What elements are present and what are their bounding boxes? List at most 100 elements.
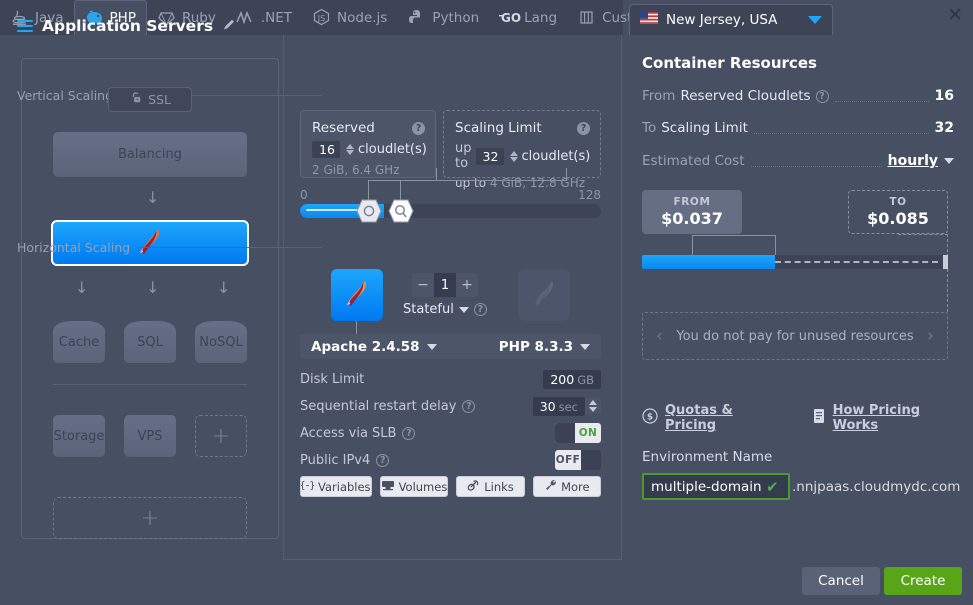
access-via-slb-toggle[interactable]: ON [555, 423, 601, 443]
reserved-detail: 2 GiB, 6.4 GHz [312, 163, 400, 177]
help-icon[interactable]: ? [815, 89, 829, 103]
scaling-limit-slider-handle[interactable] [388, 199, 414, 223]
note-text: You do not pay for unused resources [676, 328, 914, 344]
node-storage[interactable]: Storage [53, 415, 105, 457]
node-label: NoSQL [199, 334, 243, 350]
prev-arrow-icon[interactable]: ‹ [656, 326, 663, 346]
region-selector[interactable]: New Jersey, USA [629, 4, 833, 35]
tab-label: .NET [260, 9, 293, 26]
environment-name-label: Environment Name [642, 449, 773, 465]
edit-pencil-icon[interactable] [222, 18, 236, 35]
toggle-knob [581, 450, 601, 470]
slider-track[interactable] [300, 204, 601, 218]
unused-resources-note: ‹ You do not pay for unused resources › [642, 312, 948, 360]
tab-dotnet[interactable]: .NET [226, 0, 302, 35]
stack-version-bar[interactable]: Apache 2.4.58 PHP 8.3.3 [300, 334, 601, 359]
reserved-cloudlets-box[interactable]: Reserved ? 16 cloudlet(s) 2 GiB, 6.4 GHz [300, 110, 436, 178]
connector-line [368, 180, 369, 200]
help-icon[interactable]: ? [376, 453, 390, 467]
add-node-button[interactable]: + [195, 415, 247, 457]
node-nosql[interactable]: NoSQL [195, 321, 247, 363]
engine-selector[interactable]: Apache 2.4.58 [311, 339, 437, 355]
tab-python[interactable]: Python [397, 0, 489, 35]
scaling-limit-box[interactable]: Scaling Limit ? up to 32 cloudlet(s) up … [443, 110, 601, 190]
limit-spinner[interactable] [509, 150, 518, 162]
tab-nodejs[interactable]: JS Node.js [302, 0, 397, 35]
python-icon [407, 8, 426, 27]
topology-divider [53, 384, 247, 385]
from-price: $0.037 [661, 209, 723, 228]
node-balancing[interactable]: Balancing [53, 132, 247, 177]
from-caption: FROM [673, 196, 711, 208]
help-icon[interactable]: ? [462, 399, 476, 413]
create-button[interactable]: Create [884, 567, 962, 595]
toggle-label: OFF [555, 450, 581, 470]
increment-button[interactable]: + [456, 273, 478, 297]
restart-delay-value[interactable]: 30 sec [532, 396, 585, 416]
row-label: Estimated Cost [642, 153, 745, 169]
node-cache[interactable]: Cache [53, 321, 105, 363]
menu-icon[interactable] [17, 20, 33, 32]
horizontal-node-placeholder[interactable] [518, 269, 570, 321]
reserved-value[interactable]: 16 [312, 141, 340, 158]
toggle-label: ON [578, 427, 598, 439]
node-vps[interactable]: VPS [124, 415, 176, 457]
volumes-button[interactable]: Volumes [379, 476, 449, 497]
nodejs-icon: JS [312, 8, 331, 27]
help-icon[interactable]: ? [412, 121, 425, 135]
topology-container [21, 58, 279, 539]
link-label: How Pricing Works [832, 403, 921, 433]
how-pricing-works-link[interactable]: How Pricing Works [812, 403, 954, 433]
panel-header: Application Servers [17, 17, 236, 35]
dotnet-icon [236, 8, 255, 27]
node-sql[interactable]: SQL [124, 321, 176, 363]
help-icon[interactable]: ? [402, 426, 416, 440]
row-value: 32 [934, 120, 954, 136]
reserved-slider-handle[interactable] [356, 199, 382, 223]
more-button[interactable]: More [532, 476, 602, 497]
row-label: To Scaling Limit [642, 120, 748, 136]
decrement-button[interactable]: − [412, 273, 434, 297]
disk-limit-row: Disk Limit 200 GB [300, 368, 601, 390]
region-label: New Jersey, USA [666, 12, 778, 28]
arrow-down-icon: ↓ [75, 278, 89, 297]
connector-line-dashed [898, 234, 948, 235]
horizontal-node-active[interactable] [331, 269, 383, 321]
limit-unit: cloudlet(s) [521, 148, 591, 164]
restart-delay-spinner[interactable] [585, 398, 601, 414]
node-action-buttons: {-} Variables Volumes Links More [299, 476, 602, 497]
billing-period-dropdown[interactable]: hourly [888, 153, 954, 169]
create-environment-dialog: Java PHP Ruby .NET JS Node.js Python GO … [0, 0, 973, 605]
leader-dots [753, 123, 929, 134]
dollar-circle-icon: $ [642, 408, 658, 428]
next-arrow-icon[interactable]: › [927, 326, 934, 346]
slider-end-handle[interactable] [943, 255, 948, 269]
cancel-button[interactable]: Cancel [802, 567, 880, 595]
links-button[interactable]: Links [456, 476, 525, 497]
tab-go-lang[interactable]: GO Lang [489, 0, 567, 35]
node-label: Cache [58, 334, 100, 350]
tab-label: Python [432, 9, 480, 26]
disk-limit-value[interactable]: 200 GB [543, 369, 601, 389]
node-count-stepper[interactable]: − 1 + [412, 273, 478, 297]
close-icon[interactable]: ✕ [947, 6, 963, 25]
limit-detail: up to 4 GiB, 12.8 GHz [455, 176, 586, 190]
variables-button[interactable]: {-} Variables [299, 476, 372, 497]
scaling-limit-value[interactable]: 32 [475, 147, 504, 165]
help-icon[interactable]: ? [473, 303, 487, 316]
stateful-dropdown[interactable]: Stateful ? [403, 302, 487, 317]
to-caption: TO [889, 196, 907, 208]
price-range-slider[interactable] [642, 255, 948, 269]
estimated-cost-row: Estimated Cost hourly [642, 152, 954, 170]
svg-text:GO: GO [501, 11, 521, 25]
runtime-label: PHP 8.3.3 [498, 338, 573, 355]
reserved-spinner[interactable] [346, 144, 354, 155]
valid-check-icon: ✔ [766, 478, 779, 496]
arrow-down-icon: ↓ [146, 188, 160, 207]
runtime-selector[interactable]: PHP 8.3.3 [499, 339, 590, 355]
ssl-badge[interactable]: SSL [108, 87, 192, 112]
quotas-and-pricing-link[interactable]: $ Quotas & Pricing [642, 403, 774, 433]
help-icon[interactable]: ? [577, 121, 590, 135]
add-layer-button[interactable]: + [53, 497, 247, 539]
public-ipv4-toggle[interactable]: OFF [555, 450, 601, 470]
